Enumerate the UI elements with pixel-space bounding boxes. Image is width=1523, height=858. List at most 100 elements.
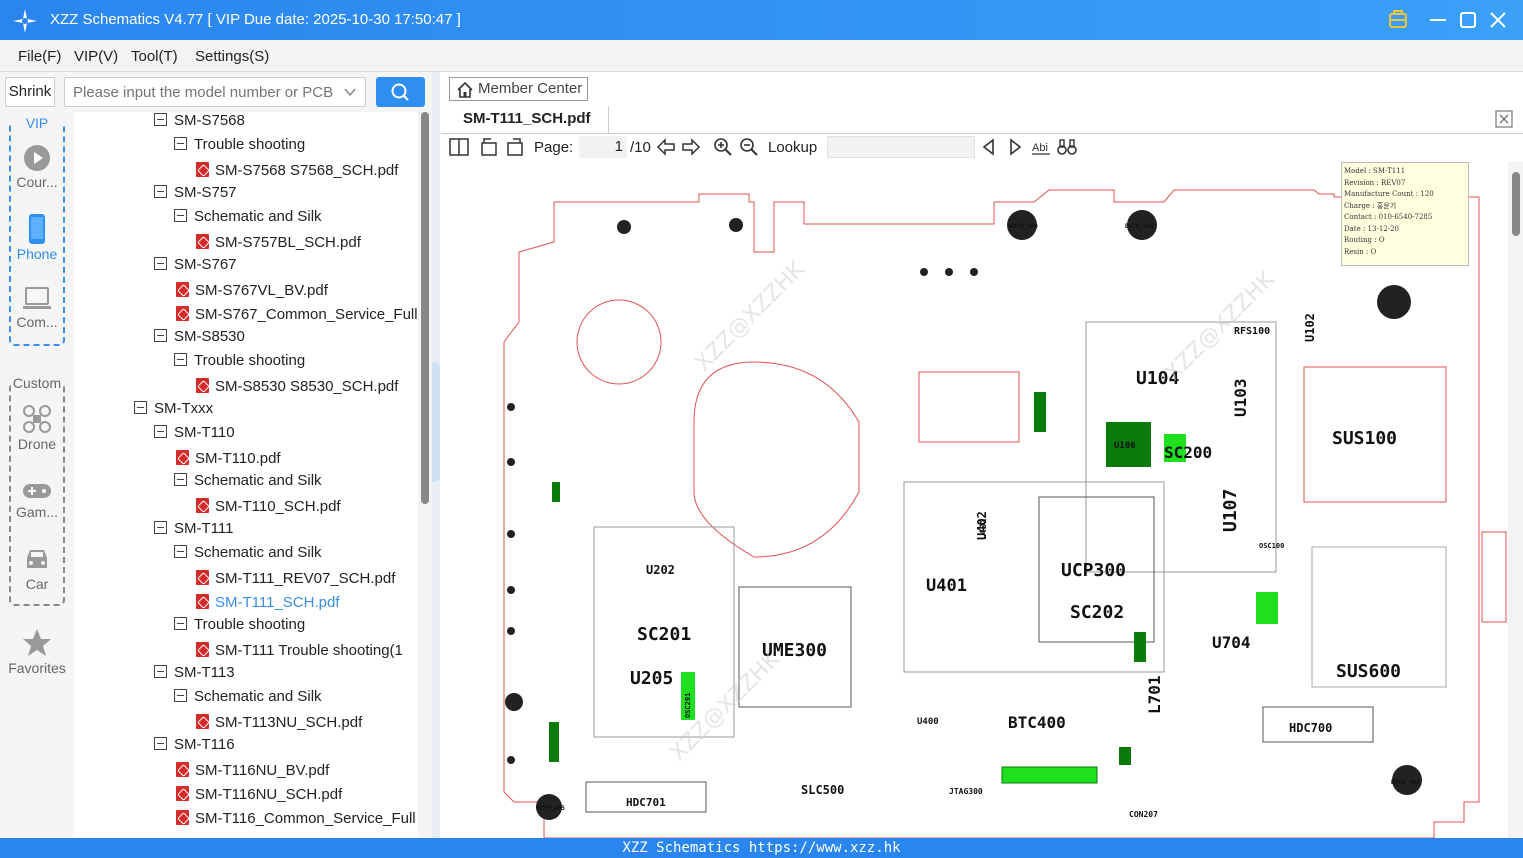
tree-file-item[interactable]: SM-T116_Common_Service_Full xyxy=(176,808,416,832)
member-center-button[interactable]: Member Center xyxy=(449,77,588,101)
tree-folder-item[interactable]: SM-S8530 xyxy=(154,328,245,352)
panel-splitter[interactable] xyxy=(432,72,440,838)
tree-folder-item[interactable]: Schematic and Silk xyxy=(174,688,322,712)
binoculars-icon[interactable] xyxy=(1057,137,1077,157)
vip-badge-icon[interactable] xyxy=(1386,8,1410,32)
component-label-l402[interactable]: L402 xyxy=(979,518,989,540)
component-label-ucp300[interactable]: UCP300 xyxy=(1061,560,1126,581)
tree-folder-item[interactable]: SM-T113 xyxy=(154,664,235,688)
tree-folder-item[interactable]: SM-S7568 xyxy=(154,112,245,136)
rotate-left-icon[interactable] xyxy=(479,137,499,157)
component-label-btc400[interactable]: BTC400 xyxy=(1008,713,1066,732)
chevron-down-icon[interactable] xyxy=(343,85,357,99)
collapse-icon[interactable] xyxy=(174,545,187,558)
tree-folder-item[interactable]: Trouble shooting xyxy=(174,616,305,640)
lookup-input[interactable] xyxy=(827,136,975,158)
tree-folder-item[interactable]: SM-Txxx xyxy=(134,400,213,424)
find-next-icon[interactable] xyxy=(1005,137,1025,157)
menu-vip[interactable]: VIP(V) xyxy=(74,48,118,65)
shrink-button[interactable]: Shrink xyxy=(5,77,55,107)
collapse-icon[interactable] xyxy=(174,473,187,486)
component-label-sus600[interactable]: SUS600 xyxy=(1336,661,1401,682)
tree-file-item[interactable]: SM-S7568 S7568_SCH.pdf xyxy=(196,160,398,184)
component-label-u401[interactable]: U401 xyxy=(926,576,967,596)
component-label-u400[interactable]: U400 xyxy=(917,717,939,727)
rotate-right-icon[interactable] xyxy=(505,137,525,157)
tree-folder-item[interactable]: SM-S767 xyxy=(154,256,237,280)
sidebar-item-course[interactable]: Cour... xyxy=(0,144,74,190)
tree-folder-item[interactable]: Trouble shooting xyxy=(174,352,305,376)
match-word-icon[interactable]: Abi xyxy=(1031,137,1051,157)
tree-file-item[interactable]: SM-T111 Trouble shooting(1 xyxy=(196,640,403,664)
search-button[interactable] xyxy=(376,77,425,107)
tree-folder-item[interactable]: Schematic and Silk xyxy=(174,544,322,568)
collapse-icon[interactable] xyxy=(174,353,187,366)
tree-folder-item[interactable]: Schematic and Silk xyxy=(174,208,322,232)
tree-folder-item[interactable]: SM-T110 xyxy=(154,424,235,448)
component-label-rfs100[interactable]: RFS100 xyxy=(1234,326,1270,337)
sidebar-item-car[interactable]: Car xyxy=(0,546,74,592)
tree-folder-item[interactable]: SM-T111 xyxy=(154,520,233,544)
component-label-osc100[interactable]: OSC100 xyxy=(1259,542,1284,550)
collapse-icon[interactable] xyxy=(134,401,147,414)
sidebar-item-favorites[interactable]: Favorites xyxy=(0,628,74,676)
tree-scrollbar[interactable] xyxy=(418,112,432,838)
viewer-scrollbar-thumb[interactable] xyxy=(1512,172,1520,236)
collapse-icon[interactable] xyxy=(154,665,167,678)
find-prev-icon[interactable] xyxy=(979,137,999,157)
menu-settings[interactable]: Settings(S) xyxy=(195,48,269,65)
close-icon[interactable] xyxy=(1486,8,1510,32)
component-label-both_400[interactable]: BOTH_400 xyxy=(1009,223,1038,230)
tab-sm-t111-sch[interactable]: SM-T111_SCH.pdf xyxy=(449,106,609,134)
close-tab-icon[interactable] xyxy=(1495,110,1513,128)
component-label-u107[interactable]: U107 xyxy=(1220,489,1241,532)
sidebar-item-phone[interactable]: Phone xyxy=(0,214,74,262)
zoom-out-icon[interactable] xyxy=(739,137,759,157)
tree-file-item[interactable]: SM-T111_REV07_SCH.pdf xyxy=(196,568,395,592)
component-label-sc200[interactable]: SC200 xyxy=(1164,443,1212,462)
component-label-con207[interactable]: CON207 xyxy=(1129,810,1158,819)
sidebar-item-drone[interactable]: Drone xyxy=(0,404,74,452)
tree-file-item[interactable]: SM-S767VL_BV.pdf xyxy=(176,280,328,304)
collapse-icon[interactable] xyxy=(154,185,167,198)
tree-file-item[interactable]: SM-S8530 S8530_SCH.pdf xyxy=(196,376,398,400)
tree-file-item[interactable]: SM-T116NU_BV.pdf xyxy=(176,760,329,784)
tree-folder-item[interactable]: Schematic and Silk xyxy=(174,472,322,496)
component-label-sc202[interactable]: SC202 xyxy=(1070,602,1124,623)
minimize-icon[interactable] xyxy=(1426,8,1450,32)
menu-file[interactable]: File(F) xyxy=(18,48,61,65)
component-label-l701[interactable]: L701 xyxy=(1145,675,1164,714)
search-input[interactable] xyxy=(65,78,335,106)
collapse-icon[interactable] xyxy=(154,257,167,270)
component-label-u103[interactable]: U103 xyxy=(1231,378,1250,417)
next-page-arrow-icon[interactable] xyxy=(681,137,701,157)
tree-file-item[interactable]: SM-T113NU_SCH.pdf xyxy=(196,712,362,736)
collapse-icon[interactable] xyxy=(174,209,187,222)
component-label-u205[interactable]: U205 xyxy=(630,668,673,689)
tree-file-item[interactable]: SM-T110.pdf xyxy=(176,448,281,472)
collapse-icon[interactable] xyxy=(154,425,167,438)
tree-file-item[interactable]: SM-S757BL_SCH.pdf xyxy=(196,232,361,256)
component-label-u704[interactable]: U704 xyxy=(1212,633,1251,652)
maximize-icon[interactable] xyxy=(1456,8,1480,32)
component-label-u106[interactable]: U106 xyxy=(1114,441,1136,451)
collapse-icon[interactable] xyxy=(174,617,187,630)
menu-tool[interactable]: Tool(T) xyxy=(131,48,178,65)
component-label-osc201[interactable]: OSC201 xyxy=(684,693,692,718)
zoom-in-icon[interactable] xyxy=(713,137,733,157)
tree-folder-item[interactable]: SM-T116 xyxy=(154,736,235,760)
component-label-both_402[interactable]: BOTH_402 xyxy=(1391,779,1420,786)
sidebar-item-computer[interactable]: Com... xyxy=(0,286,74,330)
prev-page-arrow-icon[interactable] xyxy=(656,137,676,157)
tree-folder-item[interactable]: SM-S757 xyxy=(154,184,237,208)
collapse-icon[interactable] xyxy=(174,137,187,150)
collapse-icon[interactable] xyxy=(154,737,167,750)
component-label-u202[interactable]: U202 xyxy=(646,563,675,577)
pcb-viewer[interactable]: U104 U103 U102 RFS100 SUS100 U107 UCP300 SC202 U… xyxy=(474,162,1508,838)
viewer-scrollbar[interactable] xyxy=(1508,162,1523,838)
component-label-both_405[interactable]: BOTH_405 xyxy=(536,805,565,812)
tree-file-item[interactable]: SM-T111_SCH.pdf xyxy=(196,592,340,616)
tree-file-item[interactable]: SM-T110_SCH.pdf xyxy=(196,496,341,520)
component-label-slc500[interactable]: SLC500 xyxy=(801,783,844,797)
tree-folder-item[interactable]: Trouble shooting xyxy=(174,136,305,160)
